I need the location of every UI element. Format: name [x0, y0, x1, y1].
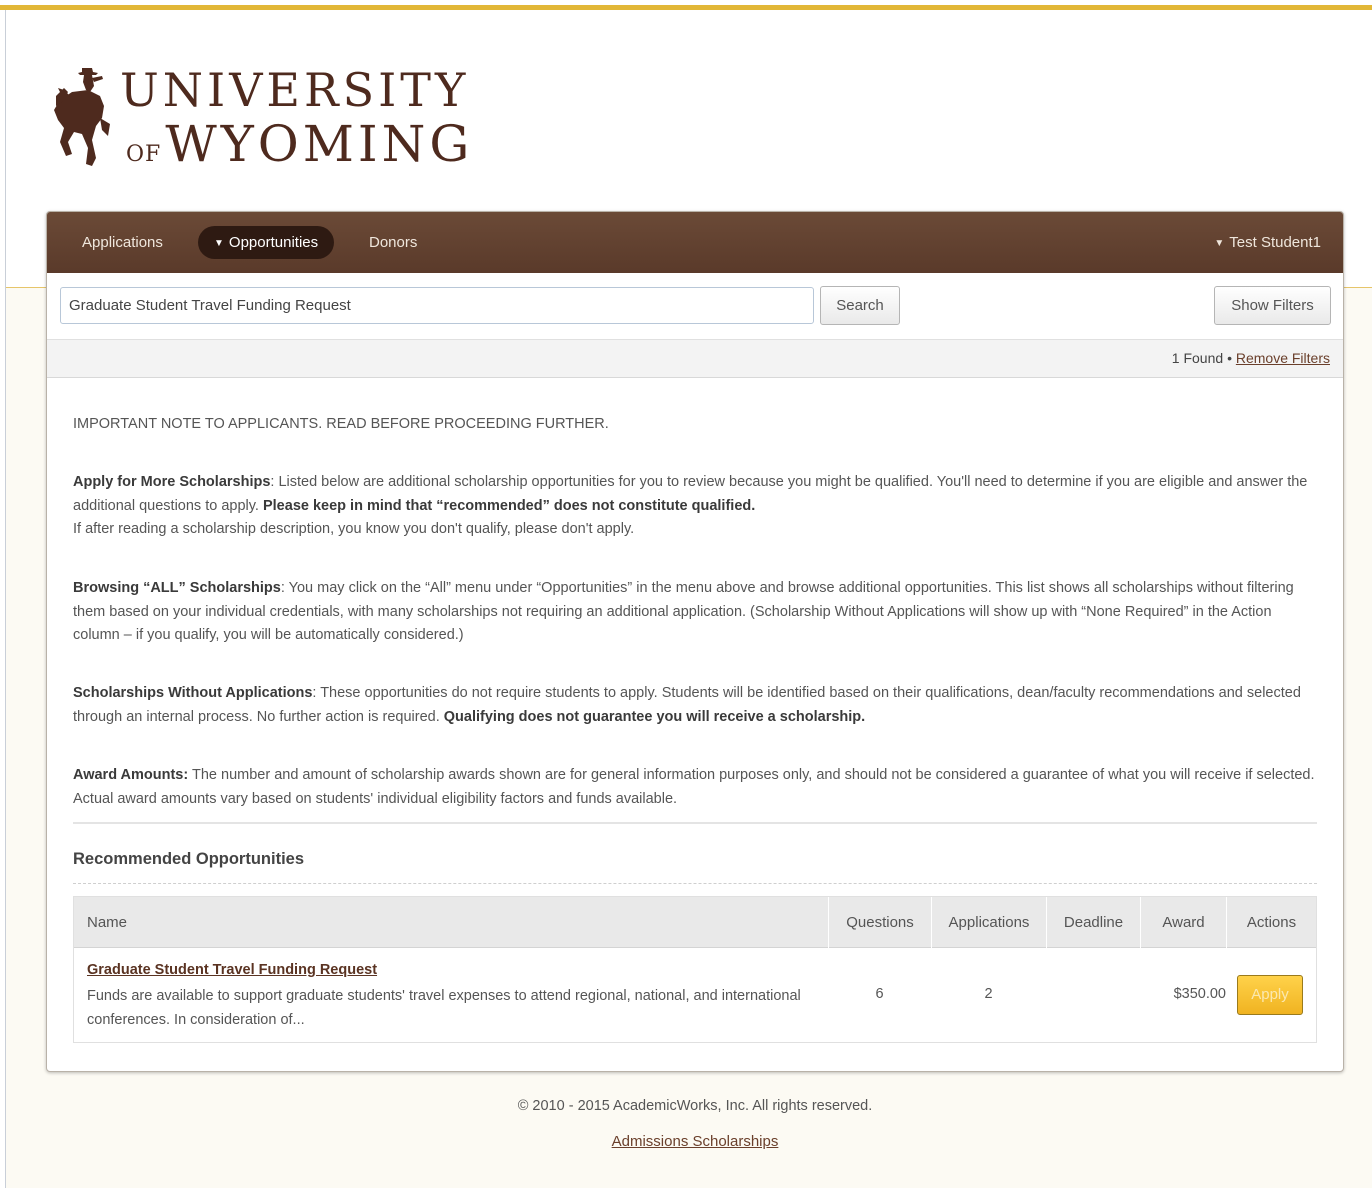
- results-summary: 1 Found • Remove Filters: [1172, 340, 1330, 377]
- top-navigation: Applications ▼ Opportunities Donors ▼ Test…: [47, 212, 1343, 273]
- caret-down-icon: ▼: [1214, 238, 1225, 249]
- wordmark-wyoming: OFWYOMING: [120, 118, 473, 181]
- cell-award: $350.00: [1173, 986, 1226, 1002]
- note-apply-more-text2: If after reading a scholarship descripti…: [73, 521, 635, 537]
- column-applications[interactable]: Applications: [931, 897, 1046, 948]
- note-apply-more-title: Apply for More Scholarships: [73, 474, 271, 490]
- column-name[interactable]: Name: [87, 897, 127, 948]
- remove-filters-link[interactable]: Remove Filters: [1236, 350, 1330, 366]
- note-browsing-all: Browsing “ALL” Scholarships: You may cli…: [73, 577, 1317, 648]
- search-bar: Search Show Filters: [47, 273, 1343, 339]
- bucking-horse-rider-icon: [54, 68, 110, 166]
- wordmark-wyoming-text: WYOMING: [165, 115, 474, 173]
- cell-questions: 6: [875, 986, 884, 1002]
- caret-down-icon: ▼: [214, 238, 224, 249]
- user-name: Test Student1: [1229, 234, 1321, 251]
- recommended-title: Recommended Opportunities: [73, 850, 305, 868]
- results-count: 1 Found: [1171, 350, 1224, 366]
- note-award-title: Award Amounts:: [73, 767, 189, 783]
- nav-applications-label: Applications: [82, 234, 163, 251]
- note-without-bold: Qualifying does not guarantee you will r…: [443, 708, 866, 725]
- apply-button[interactable]: Apply: [1237, 975, 1303, 1015]
- column-award[interactable]: Award: [1140, 897, 1226, 948]
- dashed-divider: [73, 883, 1317, 884]
- note-without-applications: Scholarships Without Applications: These…: [73, 682, 1317, 729]
- note-award-text: The number and amount of scholarship awa…: [73, 767, 1315, 807]
- opportunities-table: Name Questions Applications Deadline Awa…: [73, 896, 1317, 1043]
- results-bar: 1 Found • Remove Filters: [47, 339, 1343, 378]
- section-divider: [73, 822, 1317, 824]
- cell-applications: 2: [984, 986, 993, 1002]
- column-deadline[interactable]: Deadline: [1046, 897, 1140, 948]
- top-accent-bar: [0, 0, 1372, 10]
- university-wordmark: UNIVERSITY OFWYOMING: [120, 62, 473, 181]
- user-menu[interactable]: ▼ Test Student1: [1214, 226, 1321, 259]
- results-separator: •: [1227, 350, 1232, 366]
- nav-opportunities[interactable]: ▼ Opportunities: [198, 226, 335, 259]
- search-button[interactable]: Search: [820, 286, 900, 325]
- wordmark-university: UNIVERSITY: [120, 63, 470, 117]
- opportunity-name-link[interactable]: Graduate Student Travel Funding Request: [87, 962, 377, 978]
- footer-copyright: © 2010 - 2015 AcademicWorks, Inc. All ri…: [517, 1098, 873, 1114]
- note-award-amounts: Award Amounts: The number and amount of …: [73, 764, 1317, 811]
- note-without-title: Scholarships Without Applications: [73, 685, 313, 701]
- nav-donors[interactable]: Donors: [353, 226, 433, 259]
- column-questions[interactable]: Questions: [828, 897, 931, 948]
- university-logo[interactable]: UNIVERSITY OFWYOMING: [52, 62, 472, 174]
- important-note-heading: IMPORTANT NOTE TO APPLICANTS. READ BEFOR…: [73, 416, 609, 432]
- wordmark-of: OF: [126, 142, 162, 167]
- admissions-scholarships-link[interactable]: Admissions Scholarships: [0, 1133, 1372, 1150]
- show-filters-button[interactable]: Show Filters: [1214, 286, 1331, 325]
- main-panel: Applications ▼ Opportunities Donors ▼ Test…: [46, 211, 1344, 1072]
- table-row: Graduate Student Travel Funding Request …: [74, 948, 1316, 1042]
- note-browsing-title: Browsing “ALL” Scholarships: [73, 580, 281, 596]
- nav-donors-label: Donors: [369, 234, 418, 251]
- note-apply-more: Apply for More Scholarships: Listed belo…: [73, 471, 1317, 542]
- column-actions: Actions: [1226, 897, 1316, 948]
- nav-applications[interactable]: Applications: [66, 226, 179, 259]
- opportunity-description: Funds are available to support graduate …: [87, 988, 801, 1028]
- search-input[interactable]: [60, 287, 814, 324]
- nav-opportunities-label: Opportunities: [228, 234, 319, 251]
- table-header: Name Questions Applications Deadline Awa…: [74, 897, 1316, 948]
- note-apply-more-bold: Please keep in mind that “recommended” d…: [262, 497, 756, 514]
